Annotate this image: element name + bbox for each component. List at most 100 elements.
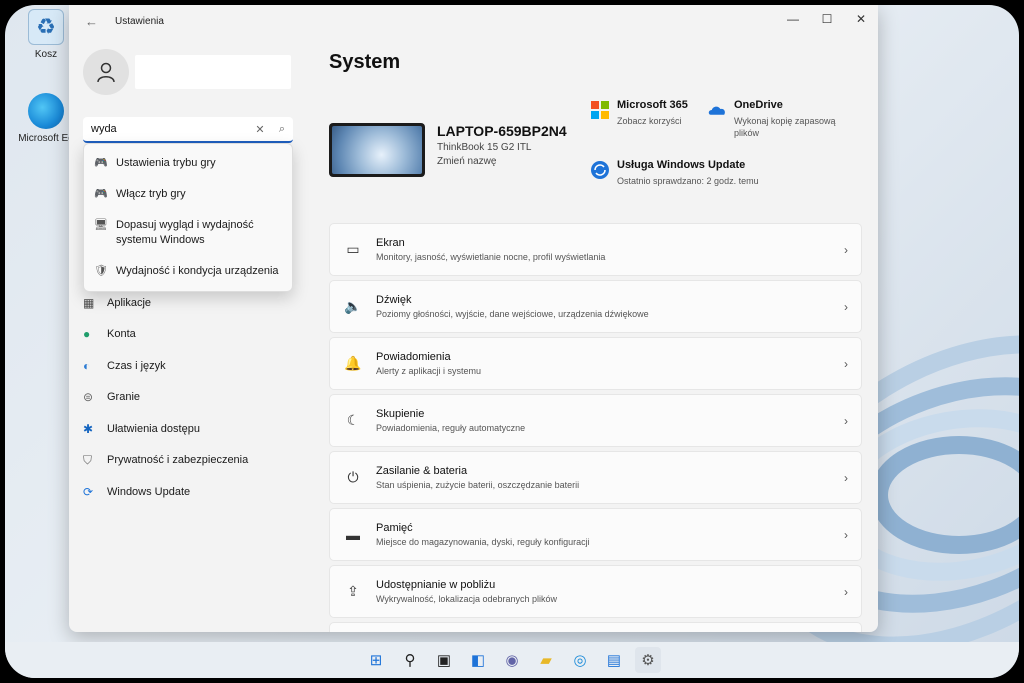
- sidebar-item-label: Granie: [107, 391, 141, 403]
- settings-row-focus[interactable]: ☾ Skupienie Powiadomienia, reguły automat…: [329, 394, 862, 447]
- device-thumbnail: [329, 123, 425, 177]
- settings-row-display[interactable]: ▭ Ekran Monitory, jasność, wyświetlanie n…: [329, 223, 862, 276]
- start-icon[interactable]: ⊞: [363, 647, 389, 673]
- main-content: System LAPTOP-659BP2N4 ThinkBook 15 G2 I…: [324, 37, 878, 632]
- chevron-right-icon: ›: [844, 356, 848, 371]
- suggestion-label: Wydajność i kondycja urządzenia: [116, 265, 279, 277]
- row-subtitle: Miejsce do magazynowania, dyski, reguły …: [376, 537, 590, 547]
- chevron-right-icon: ›: [844, 413, 848, 428]
- performance-icon: 🖥: [94, 219, 108, 231]
- sidebar-item-privacy[interactable]: ⛉ Prywatność i zabezpieczenia: [83, 449, 248, 471]
- row-subtitle: Alerty z aplikacji i systemu: [376, 366, 482, 376]
- storage-icon: ▬: [346, 526, 360, 543]
- user-profile[interactable]: [83, 49, 291, 95]
- task-view-icon[interactable]: ▣: [431, 647, 457, 673]
- row-title: Ekran: [376, 237, 405, 249]
- widgets-icon[interactable]: ◧: [465, 647, 491, 673]
- window-controls: — ☐ ✕: [776, 5, 878, 33]
- onedrive-icon: [708, 106, 725, 115]
- row-title: Dźwięk: [376, 294, 412, 306]
- window-title: Ustawienia: [115, 15, 164, 27]
- sidebar-item-accessibility[interactable]: ✱ Ułatwienia dostępu: [83, 418, 200, 440]
- search-box[interactable]: wyda ✕ ⌕: [83, 117, 293, 143]
- settings-row-nearby-sharing[interactable]: ⇪ Udostępnianie w pobliżu Wykrywalność, l…: [329, 565, 862, 618]
- sidebar-item-accounts[interactable]: ● Konta: [83, 323, 136, 345]
- onedrive-card[interactable]: OneDrive Wykonaj kopię zapasową plików: [707, 99, 857, 139]
- store-icon[interactable]: ▤: [601, 647, 627, 673]
- sidebar-item-windows-update[interactable]: ⟳ Windows Update: [83, 481, 190, 503]
- desktop: ♻ Kosz Microsoft Ed ← Ustawienia — ☐ ✕ w…: [5, 5, 1019, 678]
- service-name: Microsoft 365: [617, 99, 688, 111]
- settings-row-sound[interactable]: 🔈 Dźwięk Poziomy głośności, wyjście, dane…: [329, 280, 862, 333]
- gamepad-icon: 🎮: [94, 157, 108, 169]
- power-icon: ⏻: [347, 469, 359, 485]
- close-button[interactable]: ✕: [844, 5, 878, 33]
- row-subtitle: Monitory, jasność, wyświetlanie nocne, p…: [376, 252, 606, 262]
- chevron-right-icon: ›: [844, 242, 848, 257]
- share-icon: ⇪: [347, 583, 359, 599]
- back-arrow-icon[interactable]: ←: [85, 14, 109, 29]
- speaker-icon: 🔈: [344, 298, 362, 314]
- settings-row-partial[interactable]: [329, 622, 862, 632]
- suggestion-item[interactable]: 🎮 Ustawienia trybu gry: [84, 148, 292, 179]
- settings-row-storage[interactable]: ▬ Pamięć Miejsce do magazynowania, dyski,…: [329, 508, 862, 561]
- chevron-right-icon: ›: [844, 470, 848, 485]
- microsoft-365-card[interactable]: Microsoft 365 Zobacz korzyści: [589, 99, 688, 127]
- search-icon[interactable]: ⚲: [397, 647, 423, 673]
- avatar: [83, 49, 129, 95]
- maximize-button[interactable]: ☐: [810, 5, 844, 33]
- edge-icon: [28, 93, 64, 129]
- suggestion-item[interactable]: 🛡 Wydajność i kondycja urządzenia: [84, 256, 292, 287]
- recycle-bin-icon: ♻: [28, 9, 64, 45]
- globe-icon: ◐: [83, 359, 91, 373]
- gamepad-icon: ⊜: [83, 390, 94, 404]
- settings-row-notifications[interactable]: 🔔 Powiadomienia Alerty z aplikacji i syst…: [329, 337, 862, 390]
- row-title: Powiadomienia: [376, 351, 451, 363]
- settings-row-power[interactable]: ⏻ Zasilanie & bateria Stan uśpienia, zuży…: [329, 451, 862, 504]
- microsoft-logo-icon: [591, 101, 609, 119]
- service-subtitle: Wykonaj kopię zapasową plików: [733, 116, 836, 138]
- sidebar-item-label: Aplikacje: [107, 297, 152, 309]
- suggestion-item[interactable]: 🎮 Włącz tryb gry: [84, 179, 292, 210]
- suggestion-label: Ustawienia trybu gry: [116, 157, 216, 169]
- settings-icon[interactable]: ⚙: [635, 647, 661, 673]
- sidebar-item-label: Konta: [107, 328, 136, 340]
- service-name: OneDrive: [733, 99, 783, 111]
- minimize-button[interactable]: —: [776, 5, 810, 33]
- file-explorer-icon[interactable]: ▰: [533, 647, 559, 673]
- windows-update-card[interactable]: Usługa Windows Update Ostatnio sprawdzan…: [589, 159, 759, 187]
- sidebar-item-label: Windows Update: [107, 486, 191, 498]
- profile-name-box: [135, 55, 291, 89]
- accounts-icon: ●: [83, 327, 91, 341]
- gamepad-icon: 🎮: [94, 188, 108, 200]
- rename-link[interactable]: Zmień nazwę: [437, 156, 567, 167]
- teams-chat-icon[interactable]: ◉: [499, 647, 525, 673]
- title-bar: ← Ustawienia: [69, 5, 878, 37]
- moon-icon: ☾: [346, 412, 360, 428]
- suggestion-label: Włącz tryb gry: [116, 188, 186, 200]
- search-input[interactable]: wyda: [91, 123, 249, 135]
- clear-icon[interactable]: ✕: [249, 123, 271, 136]
- sidebar-item-apps[interactable]: ▦ Aplikacje: [83, 292, 151, 314]
- chevron-right-icon: ›: [844, 527, 848, 542]
- update-icon: ⟳: [83, 485, 94, 499]
- sidebar-item-gaming[interactable]: ⊜ Granie: [83, 386, 140, 408]
- device-model: ThinkBook 15 G2 ITL: [437, 142, 532, 153]
- sidebar-item-label: Prywatność i zabezpieczenia: [107, 454, 249, 466]
- sidebar: wyda ✕ ⌕ 🎮 Ustawienia trybu gry 🎮 Włącz …: [69, 37, 309, 632]
- chevron-right-icon: ›: [844, 299, 848, 314]
- row-title: Udostępnianie w pobliżu: [376, 579, 496, 591]
- suggestion-item[interactable]: 🖥 Dopasuj wygląd i wydajność systemu Win…: [84, 210, 292, 256]
- service-name: Usługa Windows Update: [617, 159, 746, 171]
- page-title: System: [329, 51, 401, 73]
- row-subtitle: Wykrywalność, lokalizacja odebranych pli…: [376, 594, 557, 604]
- suggestion-label: Dopasuj wygląd i wydajność systemu Windo…: [116, 219, 254, 246]
- search-icon[interactable]: ⌕: [271, 123, 293, 136]
- row-title: Skupienie: [376, 408, 425, 420]
- edge-icon[interactable]: ◎: [567, 647, 593, 673]
- apps-icon: ▦: [83, 296, 95, 310]
- row-subtitle: Stan uśpienia, zużycie baterii, oszczędz…: [376, 480, 580, 490]
- sidebar-item-time-language[interactable]: ◐ Czas i język: [83, 355, 166, 377]
- bell-icon: 🔔: [344, 355, 362, 371]
- shield-icon: 🛡: [94, 265, 108, 277]
